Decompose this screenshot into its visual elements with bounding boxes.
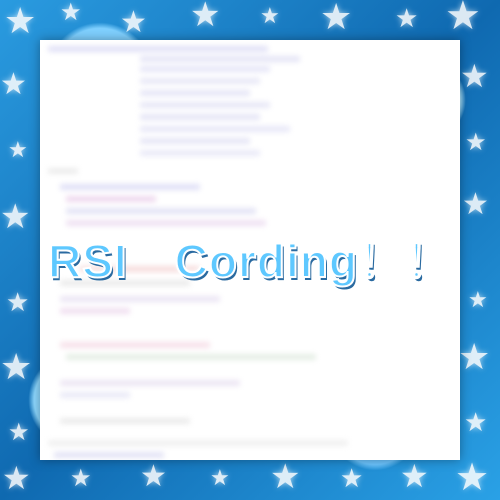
- star-icon: ★: [60, 0, 82, 26]
- code-line: [140, 102, 270, 108]
- star-icon: ★: [8, 138, 28, 163]
- star-icon: ★: [270, 457, 301, 497]
- code-line: [60, 184, 200, 190]
- star-icon: ★: [460, 57, 489, 95]
- code-line: [140, 138, 250, 144]
- star-icon: ★: [190, 0, 221, 35]
- code-line: [60, 296, 220, 302]
- code-line: [140, 66, 270, 72]
- star-icon: ★: [400, 457, 429, 495]
- star-icon: ★: [70, 464, 92, 492]
- code-line: [60, 380, 240, 386]
- star-icon: ★: [464, 408, 488, 438]
- code-line: [66, 354, 316, 360]
- code-line: [60, 342, 210, 348]
- star-icon: ★: [455, 455, 490, 499]
- star-icon: ★: [468, 288, 488, 313]
- code-line: [48, 440, 348, 446]
- star-icon: ★: [340, 464, 364, 494]
- star-icon: ★: [445, 0, 481, 39]
- code-line: [140, 150, 260, 156]
- code-line: [60, 392, 130, 398]
- page-title: RSI Cording！！: [47, 234, 452, 288]
- code-line: [54, 452, 164, 458]
- code-line: [140, 126, 290, 132]
- code-line: [48, 46, 268, 52]
- star-icon: ★: [120, 5, 147, 40]
- star-icon: ★: [395, 4, 419, 34]
- code-line: [60, 418, 190, 424]
- star-icon: ★: [6, 288, 30, 318]
- star-icon: ★: [4, 1, 37, 42]
- star-icon: ★: [2, 459, 31, 497]
- star-icon: ★: [260, 4, 280, 29]
- code-line: [48, 168, 78, 174]
- star-icon: ★: [320, 0, 353, 38]
- code-line: [66, 208, 256, 214]
- code-line: [140, 56, 300, 62]
- code-line: [140, 78, 260, 84]
- star-icon: ★: [0, 67, 27, 102]
- code-line: [140, 90, 250, 96]
- star-icon: ★: [465, 128, 487, 156]
- star-icon: ★: [8, 418, 30, 446]
- star-icon: ★: [462, 187, 489, 222]
- code-line: [66, 196, 156, 202]
- star-icon: ★: [140, 459, 167, 494]
- code-line: [60, 308, 130, 314]
- star-icon: ★: [458, 337, 491, 378]
- star-icon: ★: [210, 466, 230, 491]
- code-line: [140, 114, 260, 120]
- star-icon: ★: [0, 347, 33, 388]
